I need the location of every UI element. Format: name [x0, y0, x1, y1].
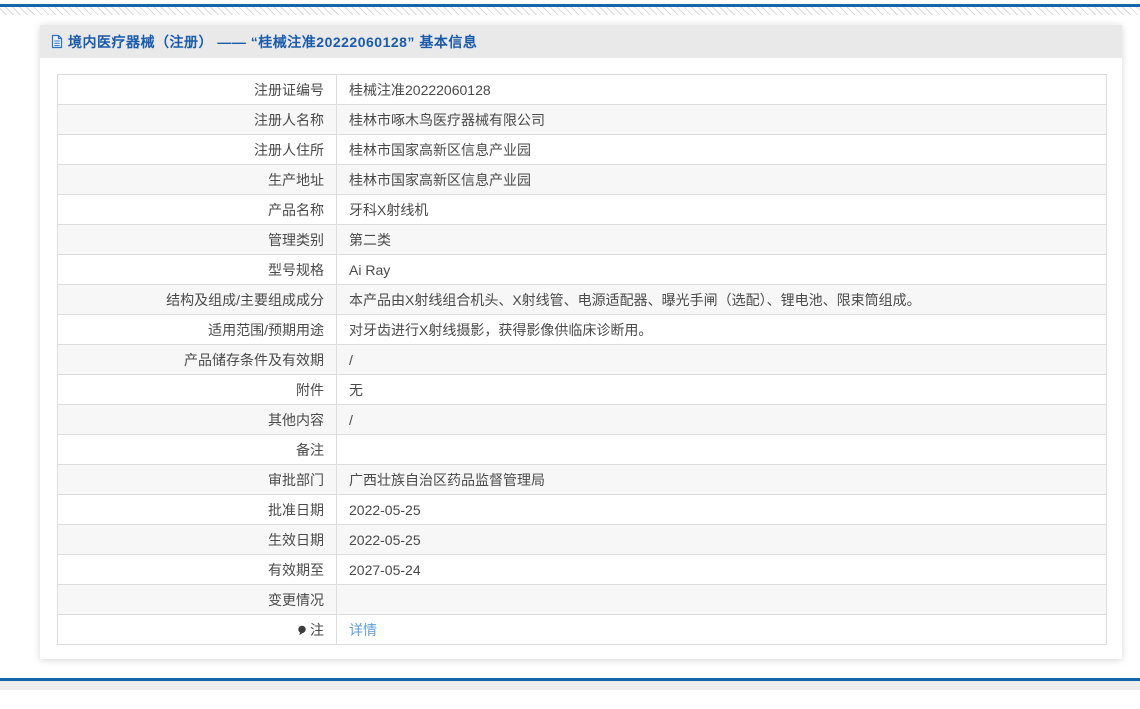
- row-label: 注册证编号: [58, 75, 337, 105]
- row-label: 有效期至: [58, 555, 337, 585]
- row-label: 生效日期: [58, 525, 337, 555]
- table-row: 批准日期 2022-05-25: [58, 495, 1107, 525]
- row-value: 2022-05-25: [337, 525, 1107, 555]
- row-value: [337, 435, 1107, 465]
- row-value: Ai Ray: [337, 255, 1107, 285]
- row-label: 管理类别: [58, 225, 337, 255]
- table-row: 生产地址 桂林市国家高新区信息产业园: [58, 165, 1107, 195]
- details-link[interactable]: 详情: [349, 622, 377, 638]
- table-row: 管理类别 第二类: [58, 225, 1107, 255]
- row-value: 第二类: [337, 225, 1107, 255]
- row-label-text: 注册证编号: [254, 82, 324, 98]
- panel-title: 境内医疗器械（注册） —— “桂械注准20222060128” 基本信息: [68, 32, 477, 52]
- row-value: 广西壮族自治区药品监督管理局: [337, 465, 1107, 495]
- row-label-text: 变更情况: [268, 592, 324, 608]
- row-value: 2022-05-25: [337, 495, 1107, 525]
- table-row: 有效期至 2027-05-24: [58, 555, 1107, 585]
- row-label: 变更情况: [58, 585, 337, 615]
- row-label: 附件: [58, 375, 337, 405]
- registration-table: 注册证编号 桂械注准20222060128 注册人名称 桂林市啄木鸟医疗器械有限…: [57, 74, 1107, 645]
- panel-body: 注册证编号 桂械注准20222060128 注册人名称 桂林市啄木鸟医疗器械有限…: [40, 58, 1122, 659]
- row-label: 产品储存条件及有效期: [58, 345, 337, 375]
- row-value: 对牙齿进行X射线摄影，获得影像供临床诊断用。: [337, 315, 1107, 345]
- document-icon: [50, 34, 64, 49]
- row-label-text: 产品储存条件及有效期: [184, 352, 324, 368]
- row-label: 生产地址: [58, 165, 337, 195]
- table-row: 注 详情: [58, 615, 1107, 645]
- table-row: 审批部门 广西壮族自治区药品监督管理局: [58, 465, 1107, 495]
- row-label-text: 注册人住所: [254, 142, 324, 158]
- registration-info-panel: 境内医疗器械（注册） —— “桂械注准20222060128” 基本信息 注册证…: [40, 25, 1122, 659]
- table-row: 产品名称 牙科X射线机: [58, 195, 1107, 225]
- panel-header: 境内医疗器械（注册） —— “桂械注准20222060128” 基本信息: [40, 25, 1122, 58]
- row-label-text: 产品名称: [268, 202, 324, 218]
- footer: [0, 678, 1140, 690]
- row-label-text: 有效期至: [268, 562, 324, 578]
- table-row: 结构及组成/主要组成成分 本产品由X射线组合机头、X射线管、电源适配器、曝光手闸…: [58, 285, 1107, 315]
- table-row: 变更情况: [58, 585, 1107, 615]
- row-label-text: 型号规格: [268, 262, 324, 278]
- row-value: 2027-05-24: [337, 555, 1107, 585]
- table-row: 其他内容 /: [58, 405, 1107, 435]
- row-label: 型号规格: [58, 255, 337, 285]
- row-label: 适用范围/预期用途: [58, 315, 337, 345]
- table-row: 生效日期 2022-05-25: [58, 525, 1107, 555]
- row-label: 其他内容: [58, 405, 337, 435]
- table-row: 适用范围/预期用途 对牙齿进行X射线摄影，获得影像供临床诊断用。: [58, 315, 1107, 345]
- table-row: 注册证编号 桂械注准20222060128: [58, 75, 1107, 105]
- row-label-text: 管理类别: [268, 232, 324, 248]
- row-value: 桂械注准20222060128: [337, 75, 1107, 105]
- row-label: 批准日期: [58, 495, 337, 525]
- row-value: /: [337, 405, 1107, 435]
- row-value: 牙科X射线机: [337, 195, 1107, 225]
- row-label-text: 审批部门: [268, 472, 324, 488]
- row-value: 详情: [337, 615, 1107, 645]
- top-decoration: [0, 0, 1140, 15]
- row-label-text: 结构及组成/主要组成成分: [166, 292, 324, 308]
- table-row: 注册人名称 桂林市啄木鸟医疗器械有限公司: [58, 105, 1107, 135]
- row-label: 注册人住所: [58, 135, 337, 165]
- top-hatch-band: [0, 7, 1140, 15]
- row-label: 产品名称: [58, 195, 337, 225]
- row-label-text: 注册人名称: [254, 112, 324, 128]
- row-label-text: 批准日期: [268, 502, 324, 518]
- row-label-text: 附件: [296, 382, 324, 398]
- registration-table-body: 注册证编号 桂械注准20222060128 注册人名称 桂林市啄木鸟医疗器械有限…: [58, 75, 1107, 645]
- row-label: 注册人名称: [58, 105, 337, 135]
- row-label: 结构及组成/主要组成成分: [58, 285, 337, 315]
- row-value: [337, 585, 1107, 615]
- footer-gray-band: [0, 681, 1140, 690]
- row-value: 桂林市国家高新区信息产业园: [337, 135, 1107, 165]
- row-value: 桂林市国家高新区信息产业园: [337, 165, 1107, 195]
- row-label: 注: [58, 615, 337, 645]
- row-label-text: 生产地址: [268, 172, 324, 188]
- table-row: 附件 无: [58, 375, 1107, 405]
- row-value: 本产品由X射线组合机头、X射线管、电源适配器、曝光手闸（选配）、锂电池、限束筒组…: [337, 285, 1107, 315]
- row-value: 无: [337, 375, 1107, 405]
- row-value: 桂林市啄木鸟医疗器械有限公司: [337, 105, 1107, 135]
- table-row: 型号规格 Ai Ray: [58, 255, 1107, 285]
- row-label-text: 适用范围/预期用途: [208, 322, 324, 338]
- row-label-text: 注: [310, 622, 324, 638]
- table-row: 产品储存条件及有效期 /: [58, 345, 1107, 375]
- row-label-text: 其他内容: [268, 412, 324, 428]
- table-row: 注册人住所 桂林市国家高新区信息产业园: [58, 135, 1107, 165]
- row-label-text: 生效日期: [268, 532, 324, 548]
- note-balloon-icon: [297, 623, 307, 639]
- row-label: 备注: [58, 435, 337, 465]
- row-value: /: [337, 345, 1107, 375]
- row-label: 审批部门: [58, 465, 337, 495]
- table-row: 备注: [58, 435, 1107, 465]
- row-label-text: 备注: [296, 442, 324, 458]
